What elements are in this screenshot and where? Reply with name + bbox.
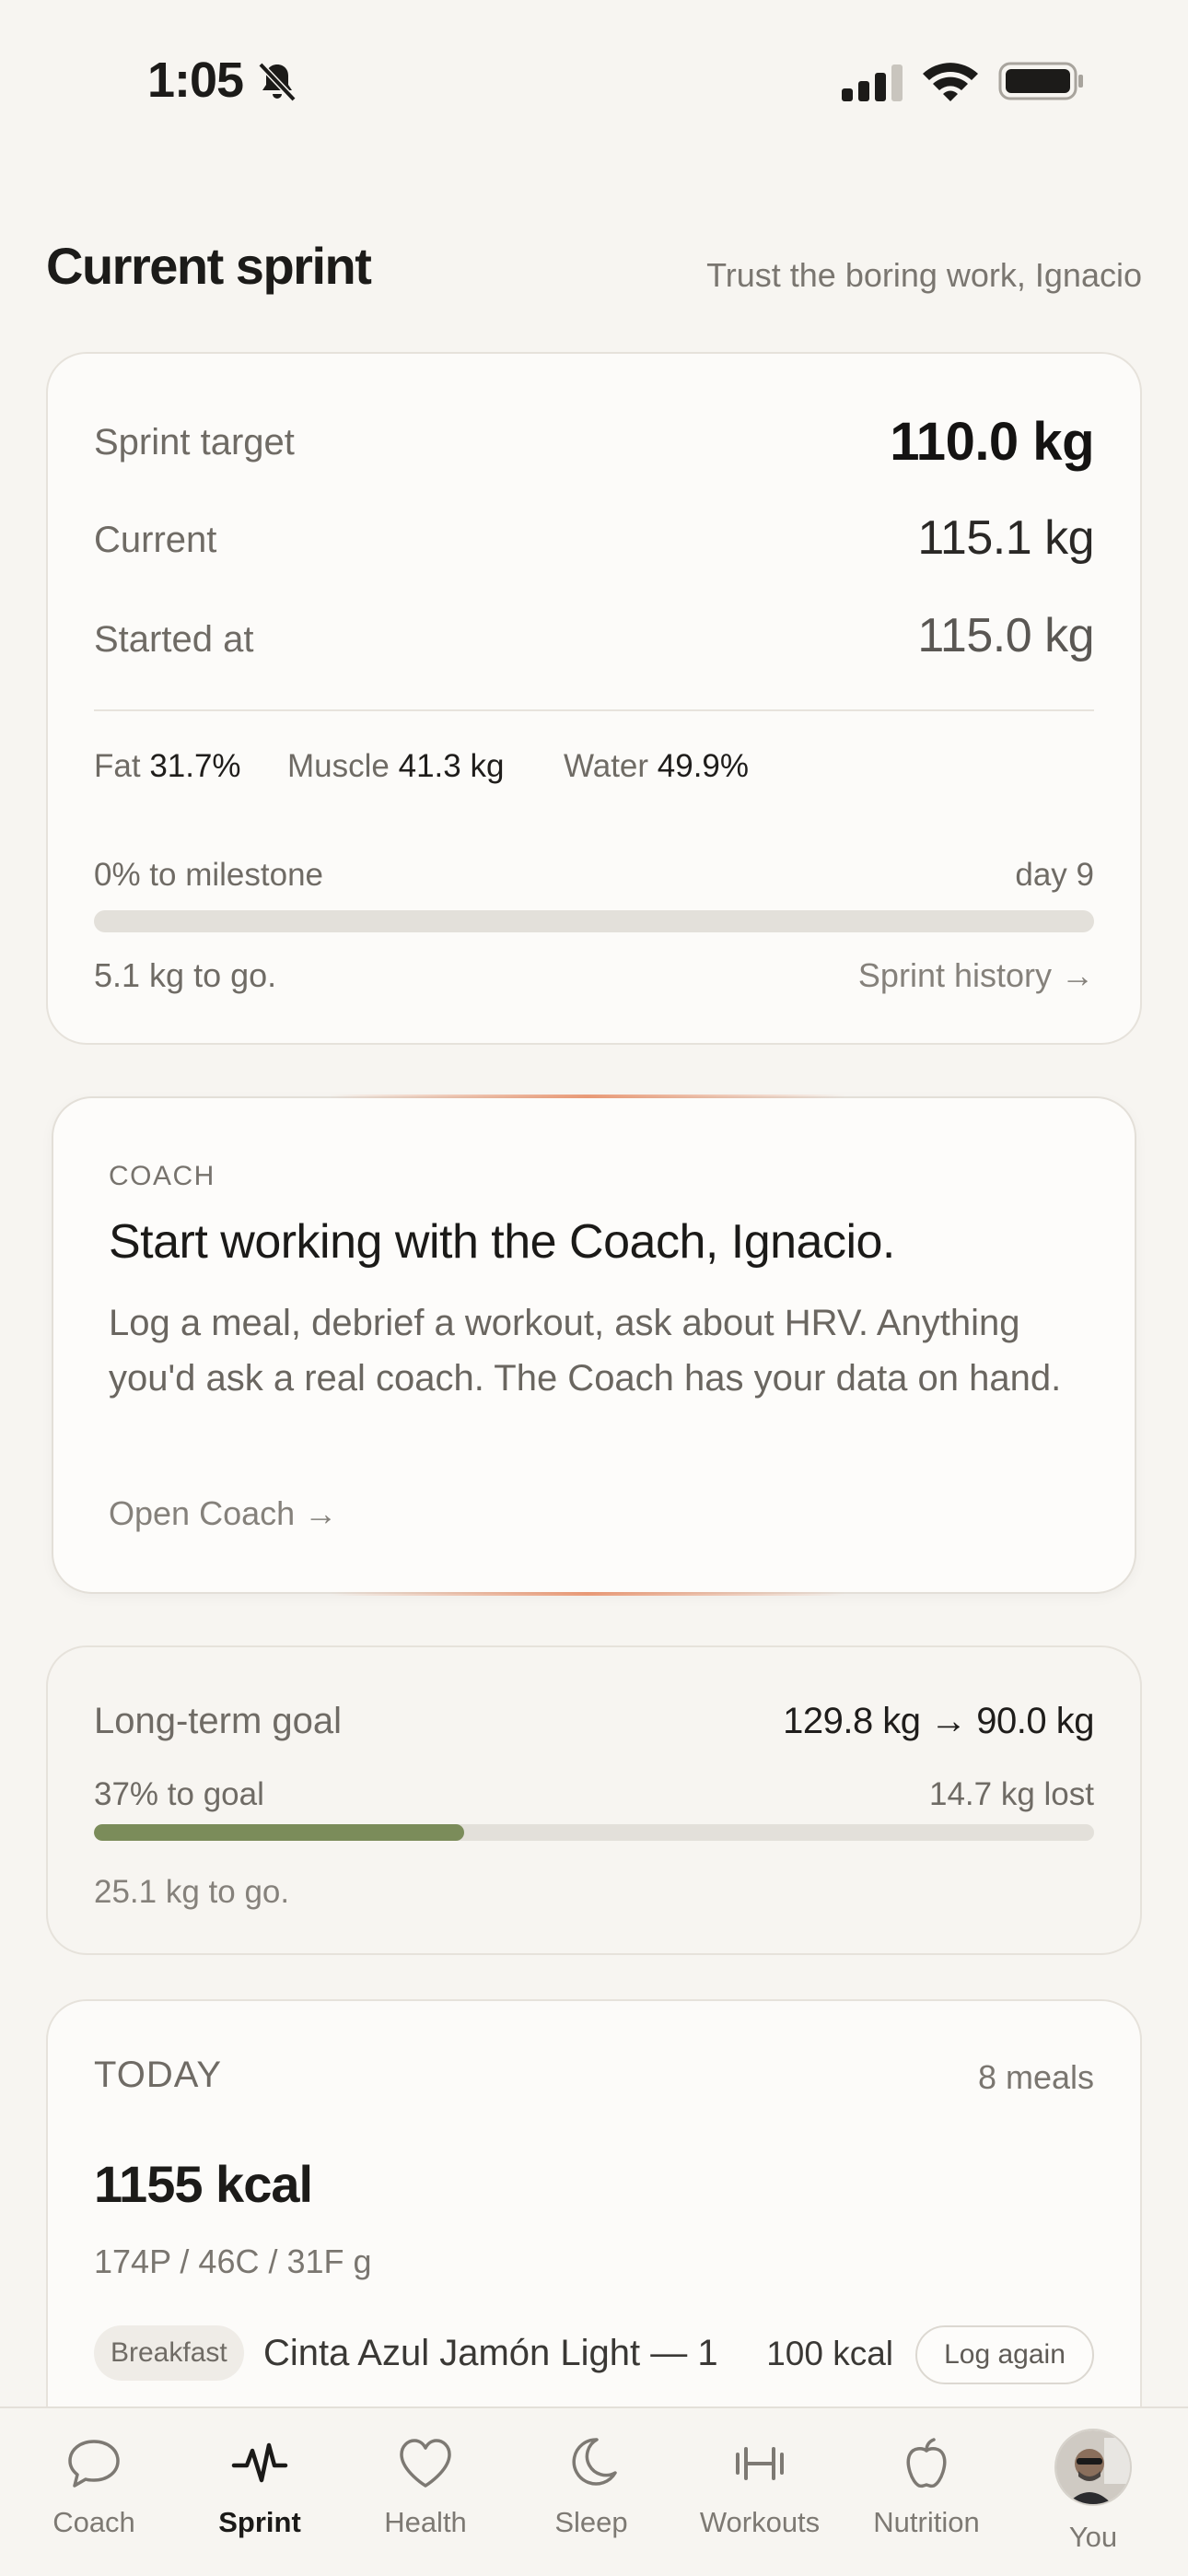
meal-type-tag: Breakfast — [94, 2325, 244, 2381]
goal-lost: 14.7 kg lost — [929, 1776, 1094, 1812]
coach-body: Log a meal, debrief a workout, ask about… — [109, 1303, 1062, 1399]
current-weight-value: 115.1 kg — [917, 511, 1094, 565]
tab-sprint[interactable]: Sprint — [177, 2408, 343, 2576]
page-title: Current sprint — [46, 237, 372, 295]
tab-health[interactable]: Health — [343, 2408, 508, 2576]
tab-nutrition[interactable]: Nutrition — [844, 2408, 1009, 2576]
fat-stat: Fat 31.7% — [94, 748, 241, 784]
card-glow — [330, 1095, 845, 1098]
coach-eyebrow: COACH — [109, 1161, 215, 1191]
kcal-total: 1155 kcal — [94, 2155, 313, 2213]
tab-label: Coach — [52, 2506, 135, 2538]
sprint-card: Sprint target 110.0 kg Current 115.1 kg … — [46, 352, 1142, 1045]
wifi-icon — [923, 63, 978, 101]
goal-label: Long-term goal — [94, 1701, 343, 1741]
tab-label: Workouts — [699, 2506, 821, 2538]
sprint-to-go: 5.1 kg to go. — [94, 956, 277, 994]
chat-bubble-icon — [68, 2440, 120, 2488]
tab-label: Sprint — [218, 2506, 301, 2538]
cellular-signal-icon — [842, 64, 903, 101]
goal-progress-bar — [94, 1824, 1094, 1841]
dumbbell-icon — [736, 2447, 784, 2480]
status-time: 1:05 — [147, 53, 244, 108]
moon-icon — [572, 2438, 617, 2486]
meals-count: 8 meals — [977, 2058, 1094, 2096]
tab-label: Health — [384, 2506, 467, 2538]
tab-workouts[interactable]: Workouts — [677, 2408, 843, 2576]
avatar — [1054, 2429, 1132, 2506]
goal-range: 129.8 kg → 90.0 kg — [783, 1701, 1094, 1741]
meal-row[interactable]: Breakfast Cinta Azul Jamón Light — 1 … 1… — [94, 2325, 1094, 2384]
status-bar: 1:05 — [0, 0, 1188, 166]
screen: 1:05 Current sprint Trust the boring wor… — [0, 0, 1188, 2576]
long-term-goal-card: Long-term goal 129.8 kg → 90.0 kg 37% to… — [46, 1645, 1142, 1955]
coach-card[interactable]: COACH Start working with the Coach, Igna… — [52, 1095, 1136, 1596]
tab-you[interactable]: You — [1010, 2408, 1176, 2576]
bell-muted-icon — [258, 62, 297, 102]
started-weight-value: 115.0 kg — [917, 609, 1094, 662]
apple-icon — [906, 2438, 947, 2488]
tab-label: Sleep — [554, 2506, 628, 2538]
meal-kcal: 100 kcal — [766, 2335, 893, 2372]
log-again-button[interactable]: Log again — [915, 2325, 1094, 2384]
sprint-day-label: day 9 — [1015, 857, 1094, 893]
macros-summary: 174P / 46C / 31F g — [94, 2242, 372, 2280]
today-label: TODAY — [94, 2055, 223, 2095]
tab-label: Nutrition — [873, 2506, 980, 2538]
goal-percent: 37% to goal — [94, 1776, 264, 1812]
tab-label: You — [1068, 2521, 1118, 2553]
tab-sleep[interactable]: Sleep — [508, 2408, 674, 2576]
water-stat: Water 49.9% — [564, 748, 750, 784]
battery-icon — [998, 62, 1083, 100]
sprint-target-value: 110.0 kg — [890, 412, 1094, 472]
card-glow — [330, 1592, 845, 1596]
goal-to-go: 25.1 kg to go. — [94, 1874, 290, 1910]
meal-name: Cinta Azul Jamón Light — 1 … — [263, 2333, 724, 2373]
sprint-target-label: Sprint target — [94, 422, 295, 463]
page-subtitle: Trust the boring work, Ignacio — [706, 256, 1142, 294]
open-coach-link[interactable]: Open Coach → — [109, 1494, 337, 1533]
heart-icon — [400, 2439, 451, 2488]
tab-coach[interactable]: Coach — [11, 2408, 177, 2576]
milestone-label: 0% to milestone — [94, 857, 324, 893]
tab-bar: Coach Sprint Health Sleep Workouts Nutri… — [0, 2406, 1188, 2576]
coach-title: Start working with the Coach, Ignacio. — [109, 1215, 895, 1269]
muscle-stat: Muscle 41.3 kg — [287, 748, 505, 784]
divider — [94, 709, 1094, 711]
activity-pulse-icon — [231, 2442, 288, 2483]
goal-progress-fill — [94, 1824, 464, 1841]
sprint-history-link[interactable]: Sprint history → — [858, 956, 1094, 995]
started-weight-label: Started at — [94, 619, 254, 660]
milestone-progress-bar — [94, 910, 1094, 932]
current-weight-label: Current — [94, 520, 217, 560]
